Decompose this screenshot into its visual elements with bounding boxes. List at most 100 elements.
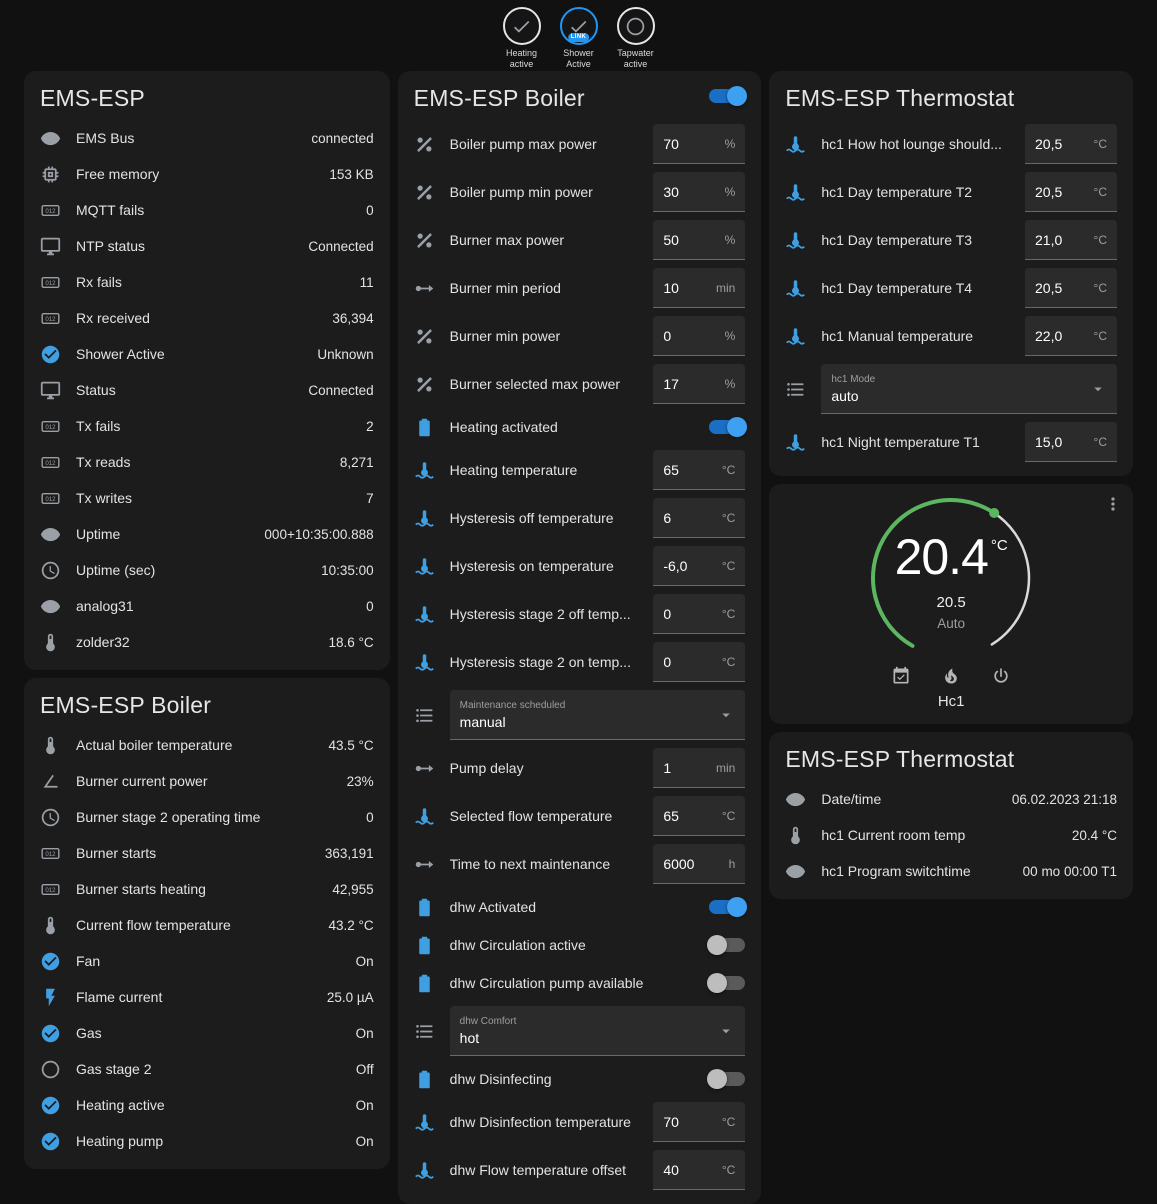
- eye-icon: [40, 128, 61, 149]
- entity-label: Date/time: [821, 791, 1004, 807]
- number-input[interactable]: 0°C: [653, 642, 745, 682]
- badge-circle: [503, 7, 541, 45]
- number-input[interactable]: 20,5°C: [1025, 268, 1117, 308]
- entity-row[interactable]: Burner current power23%: [24, 763, 390, 799]
- entity-row[interactable]: 012Tx writes7: [24, 480, 390, 516]
- toggle-switch[interactable]: [709, 938, 745, 952]
- entity-row[interactable]: Actual boiler temperature43.5 °C: [24, 727, 390, 763]
- entity-row[interactable]: Heating activeOn: [24, 1087, 390, 1123]
- entity-label: Shower Active: [76, 346, 309, 362]
- number-value: 70: [663, 136, 720, 152]
- number-input[interactable]: 30%: [653, 172, 745, 212]
- toggle-switch[interactable]: [709, 900, 745, 914]
- entity-row[interactable]: zolder3218.6 °C: [24, 624, 390, 660]
- card-toggle-switch[interactable]: [709, 89, 745, 103]
- check-circle-icon: [40, 1095, 61, 1116]
- number-input[interactable]: -6,0°C: [653, 546, 745, 586]
- clock-icon: [40, 560, 61, 581]
- control-label: Selected flow temperature: [450, 808, 654, 824]
- number-input[interactable]: 6000h: [653, 844, 745, 884]
- card-title: EMS-ESP: [24, 71, 390, 120]
- entity-row[interactable]: 012Burner starts heating42,955: [24, 871, 390, 907]
- entity-row[interactable]: Uptime (sec)10:35:00: [24, 552, 390, 588]
- entity-row[interactable]: 012Rx received36,394: [24, 300, 390, 336]
- entity-value: 0: [366, 810, 374, 825]
- entity-row[interactable]: NTP statusConnected: [24, 228, 390, 264]
- entity-row[interactable]: EMS Busconnected: [24, 120, 390, 156]
- badge-circle: LINK: [560, 7, 598, 45]
- number-input[interactable]: 20,5°C: [1025, 172, 1117, 212]
- entity-row[interactable]: 012Burner starts363,191: [24, 835, 390, 871]
- dial-handle: [989, 508, 999, 518]
- toggle-thumb: [727, 897, 747, 917]
- menu-dots-icon[interactable]: [1103, 494, 1123, 514]
- number-input[interactable]: 70%: [653, 124, 745, 164]
- number-input[interactable]: 0%: [653, 316, 745, 356]
- thermo-waves-icon: [414, 556, 435, 577]
- number-unit: °C: [722, 655, 735, 669]
- entity-row[interactable]: Flame current25.0 µA: [24, 979, 390, 1015]
- entity-label: Tx reads: [76, 454, 332, 470]
- select-field[interactable]: Maintenance scheduledmanual: [450, 690, 746, 740]
- number-input[interactable]: 6°C: [653, 498, 745, 538]
- number-input[interactable]: 1min: [653, 748, 745, 788]
- entity-row[interactable]: Shower ActiveUnknown: [24, 336, 390, 372]
- number-row: Boiler pump max power70%: [398, 120, 762, 168]
- number-input[interactable]: 20,5°C: [1025, 124, 1117, 164]
- toggle-switch[interactable]: [709, 976, 745, 990]
- entity-label: Burner stage 2 operating time: [76, 809, 358, 825]
- fire-icon[interactable]: [941, 666, 961, 686]
- thermometer-icon: [785, 825, 806, 846]
- entity-row[interactable]: 012Rx fails11: [24, 264, 390, 300]
- entity-row[interactable]: hc1 Program switchtime00 mo 00:00 T1: [769, 853, 1133, 889]
- number-input[interactable]: 22,0°C: [1025, 316, 1117, 356]
- toggle-switch[interactable]: [709, 420, 745, 434]
- toggle-switch[interactable]: [709, 1072, 745, 1086]
- entity-row[interactable]: Date/time 06.02.2023 21:18: [769, 781, 1133, 817]
- number-input[interactable]: 65°C: [653, 450, 745, 490]
- power-icon[interactable]: [991, 666, 1011, 686]
- entity-row[interactable]: GasOn: [24, 1015, 390, 1051]
- select-field[interactable]: dhw Comforthot: [450, 1006, 746, 1056]
- number-input[interactable]: 65°C: [653, 796, 745, 836]
- circle-outline-icon: [625, 16, 646, 37]
- entity-row[interactable]: analog310: [24, 588, 390, 624]
- badge-shower-active[interactable]: LINKShower Active: [553, 7, 605, 71]
- number-input[interactable]: 21,0°C: [1025, 220, 1117, 260]
- entity-row[interactable]: StatusConnected: [24, 372, 390, 408]
- entity-value: 06.02.2023 21:18: [1012, 792, 1117, 807]
- thermo-waves-icon: [785, 326, 806, 347]
- entity-row[interactable]: FanOn: [24, 943, 390, 979]
- entity-row[interactable]: Gas stage 2Off: [24, 1051, 390, 1087]
- number-input[interactable]: 17%: [653, 364, 745, 404]
- entity-row[interactable]: 012Tx fails2: [24, 408, 390, 444]
- number-row: Hysteresis off temperature6°C: [398, 494, 762, 542]
- entity-label: Fan: [76, 953, 348, 969]
- entity-row[interactable]: Free memory153 KB: [24, 156, 390, 192]
- entity-row[interactable]: hc1 Current room temp20.4 °C: [769, 817, 1133, 853]
- entity-row[interactable]: 012Tx reads8,271: [24, 444, 390, 480]
- number-input[interactable]: 0°C: [653, 594, 745, 634]
- counter-icon: 012: [40, 272, 61, 293]
- entity-row[interactable]: Heating pumpOn: [24, 1123, 390, 1159]
- number-input[interactable]: 50%: [653, 220, 745, 260]
- entity-row[interactable]: Burner stage 2 operating time 0: [24, 799, 390, 835]
- counter-icon: 012: [40, 200, 61, 221]
- entity-label: NTP status: [76, 238, 300, 254]
- badge-heating-active[interactable]: Heating active: [496, 7, 548, 71]
- entity-value: On: [356, 1098, 374, 1113]
- badge-tapwater-active[interactable]: Tapwater active: [610, 7, 662, 71]
- thermostat-dial[interactable]: 20.4°C 20.5 Auto: [865, 492, 1037, 664]
- number-value: 1: [663, 760, 712, 776]
- number-input[interactable]: 15,0°C: [1025, 422, 1117, 462]
- entity-row[interactable]: 012MQTT fails0: [24, 192, 390, 228]
- number-input[interactable]: 70°C: [653, 1102, 745, 1142]
- calendar-check-icon[interactable]: [891, 666, 911, 686]
- select-field[interactable]: hc1 Modeauto: [821, 364, 1117, 414]
- number-input[interactable]: 40°C: [653, 1150, 745, 1190]
- entity-label: Current flow temperature: [76, 917, 320, 933]
- entity-row[interactable]: Uptime000+10:35:00.888: [24, 516, 390, 552]
- entity-row[interactable]: Current flow temperature43.2 °C: [24, 907, 390, 943]
- number-input[interactable]: 10min: [653, 268, 745, 308]
- card-title: EMS-ESP Boiler: [398, 71, 710, 120]
